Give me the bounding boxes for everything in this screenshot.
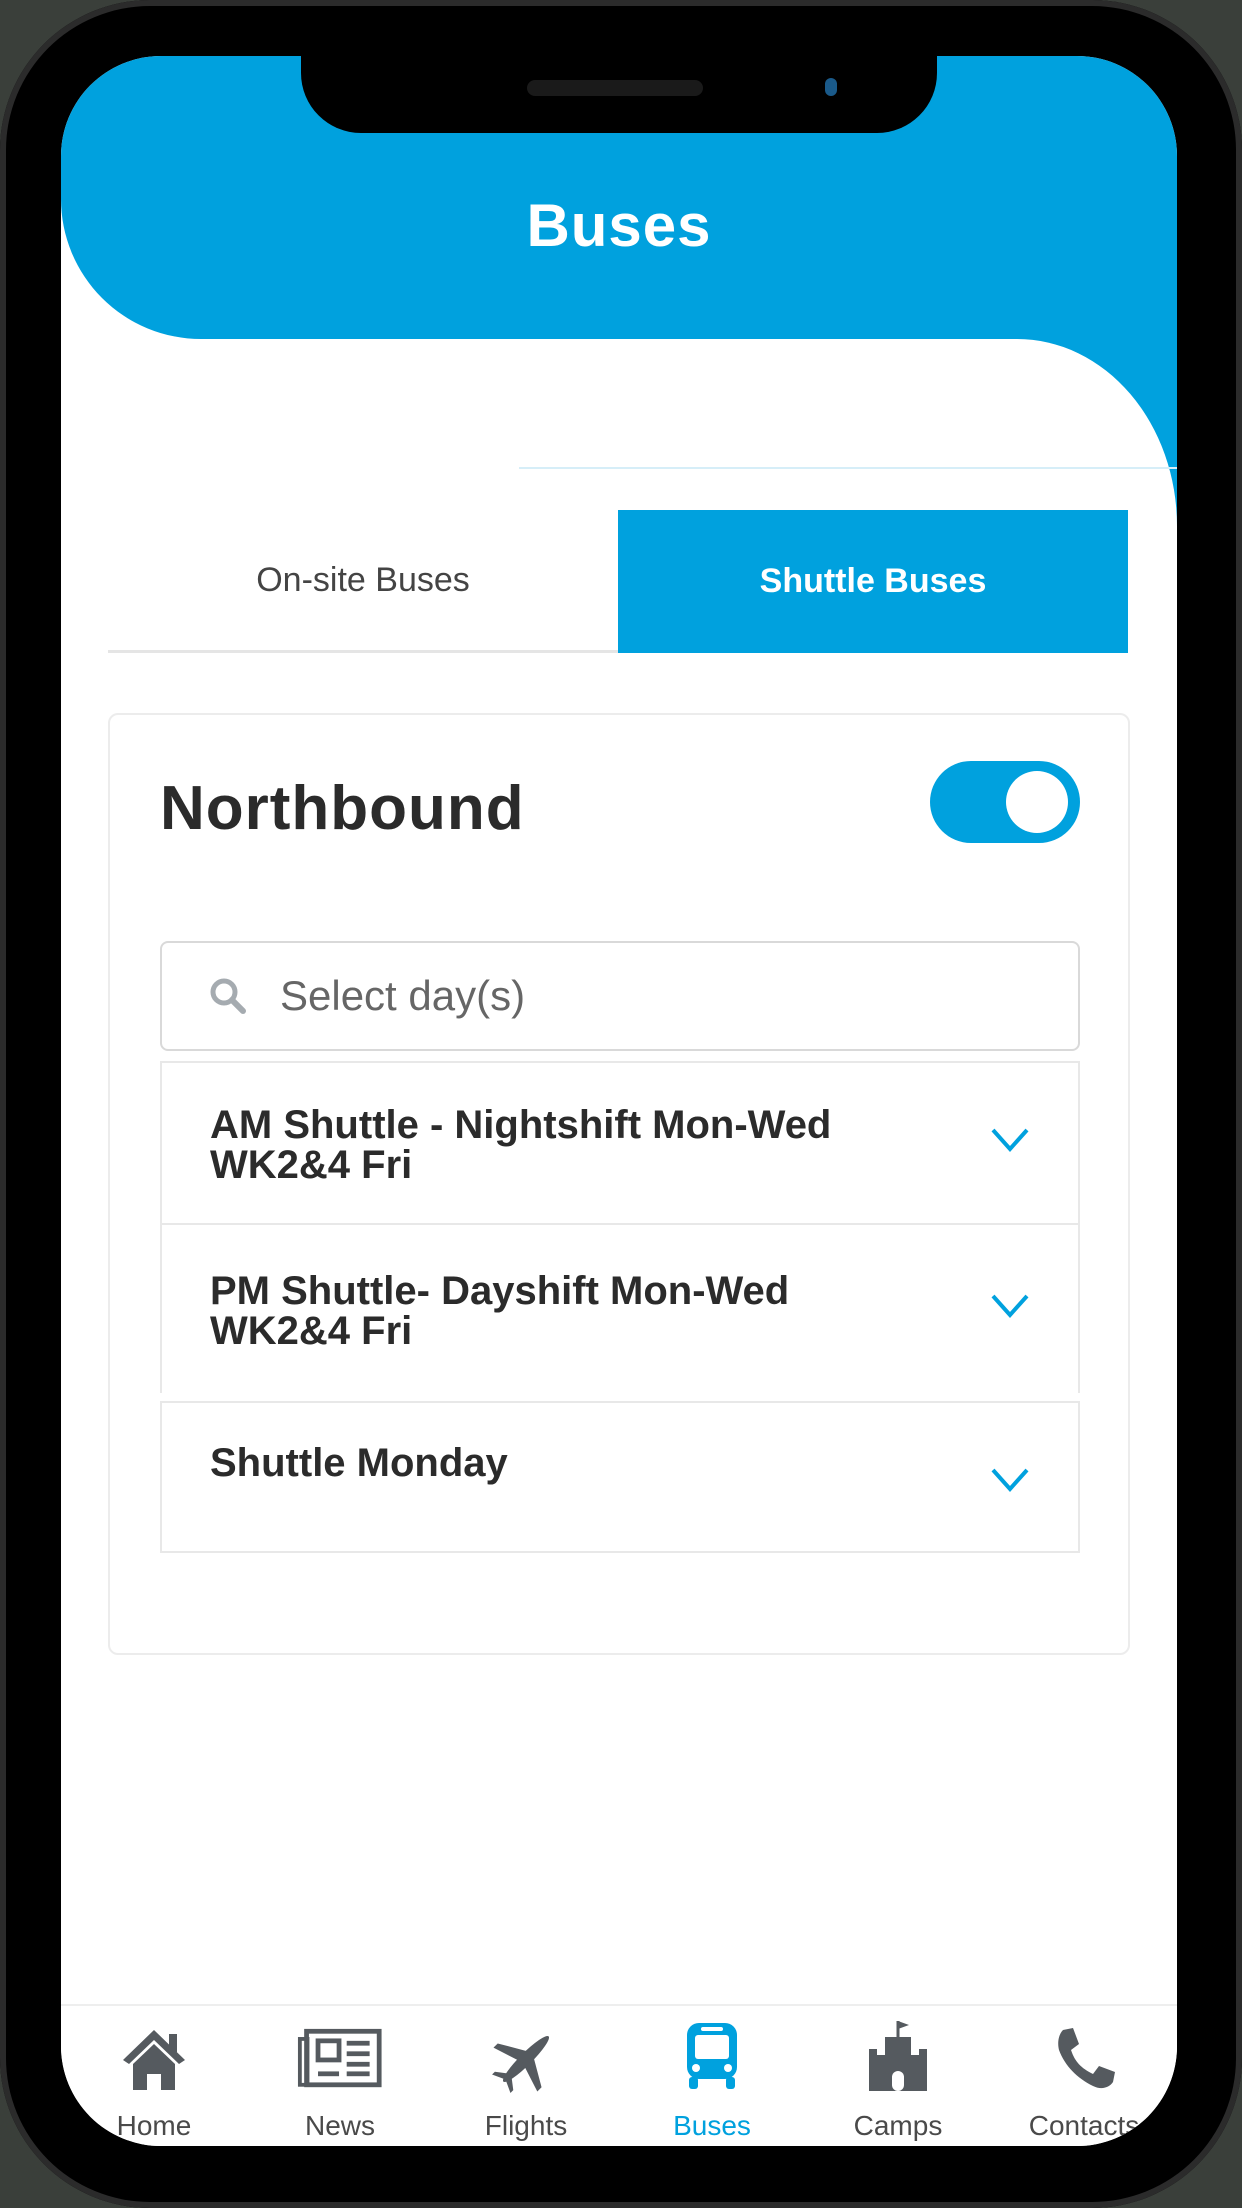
tab-shuttle-buses[interactable]: Shuttle Buses: [618, 510, 1128, 653]
phone-icon: [1058, 2028, 1115, 2089]
direction-toggle[interactable]: [930, 761, 1080, 843]
shuttle-item[interactable]: AM Shuttle - Nightshift Mon-Wed WK2&4 Fr…: [160, 1061, 1080, 1227]
header-curve-mask: [61, 339, 1177, 526]
nav-label: Buses: [673, 2110, 751, 2141]
shuttle-item-label: Shuttle Monday: [210, 1441, 508, 1485]
nav-flights[interactable]: Flights: [433, 2006, 619, 2146]
nav-label: Contacts: [1028, 2110, 1140, 2141]
nav-buses[interactable]: Buses: [619, 2006, 805, 2146]
home-icon: [123, 2030, 185, 2090]
chevron-down-icon: [991, 1128, 1029, 1152]
newspaper-icon: [297, 2028, 382, 2088]
toggle-knob: [1006, 771, 1068, 833]
bus-icon: [687, 2023, 737, 2089]
nav-label: Home: [116, 2110, 192, 2141]
chevron-down-icon: [991, 1294, 1029, 1318]
day-search-input[interactable]: [278, 971, 1062, 1021]
shuttle-item[interactable]: PM Shuttle- Dayshift Mon-Wed WK2&4 Fri: [160, 1223, 1080, 1393]
nav-label: Flights: [484, 2110, 568, 2141]
plane-icon: [492, 2035, 550, 2093]
shuttle-item-label: AM Shuttle - Nightshift Mon-Wed WK2&4 Fr…: [210, 1103, 832, 1187]
phone-frame: Buses On-site Buses Shuttle Buses Northb…: [0, 0, 1242, 2208]
nav-contacts[interactable]: Contacts: [991, 2006, 1177, 2146]
castle-icon: [869, 2021, 927, 2091]
shuttle-item[interactable]: Shuttle Monday: [160, 1401, 1080, 1553]
nav-news[interactable]: News: [247, 2006, 433, 2146]
header-divider: [519, 467, 1177, 469]
phone-notch: [301, 56, 937, 133]
chevron-down-icon: [991, 1468, 1029, 1492]
nav-home[interactable]: Home: [61, 2006, 247, 2146]
direction-label: Northbound: [160, 774, 525, 843]
bottom-nav: Home News Flights Buses Camps Contacts: [61, 2004, 1177, 2146]
shuttle-item-label: PM Shuttle- Dayshift Mon-Wed WK2&4 Fri: [210, 1269, 790, 1353]
speaker-grille: [527, 80, 703, 96]
app-screen: Buses On-site Buses Shuttle Buses Northb…: [61, 56, 1177, 2146]
day-search: [160, 941, 1080, 1051]
nav-label: News: [304, 2110, 375, 2141]
nav-label: Camps: [853, 2110, 943, 2141]
search-icon: [210, 978, 246, 1014]
page-title: Buses: [526, 192, 712, 259]
nav-camps[interactable]: Camps: [805, 2006, 991, 2146]
shuttle-card: Northbound AM Shuttle - Nightshift Mon-W…: [108, 713, 1130, 1655]
front-camera: [825, 78, 837, 96]
bus-type-tabs: On-site Buses Shuttle Buses: [108, 510, 1128, 653]
tab-onsite-buses[interactable]: On-site Buses: [108, 510, 618, 650]
